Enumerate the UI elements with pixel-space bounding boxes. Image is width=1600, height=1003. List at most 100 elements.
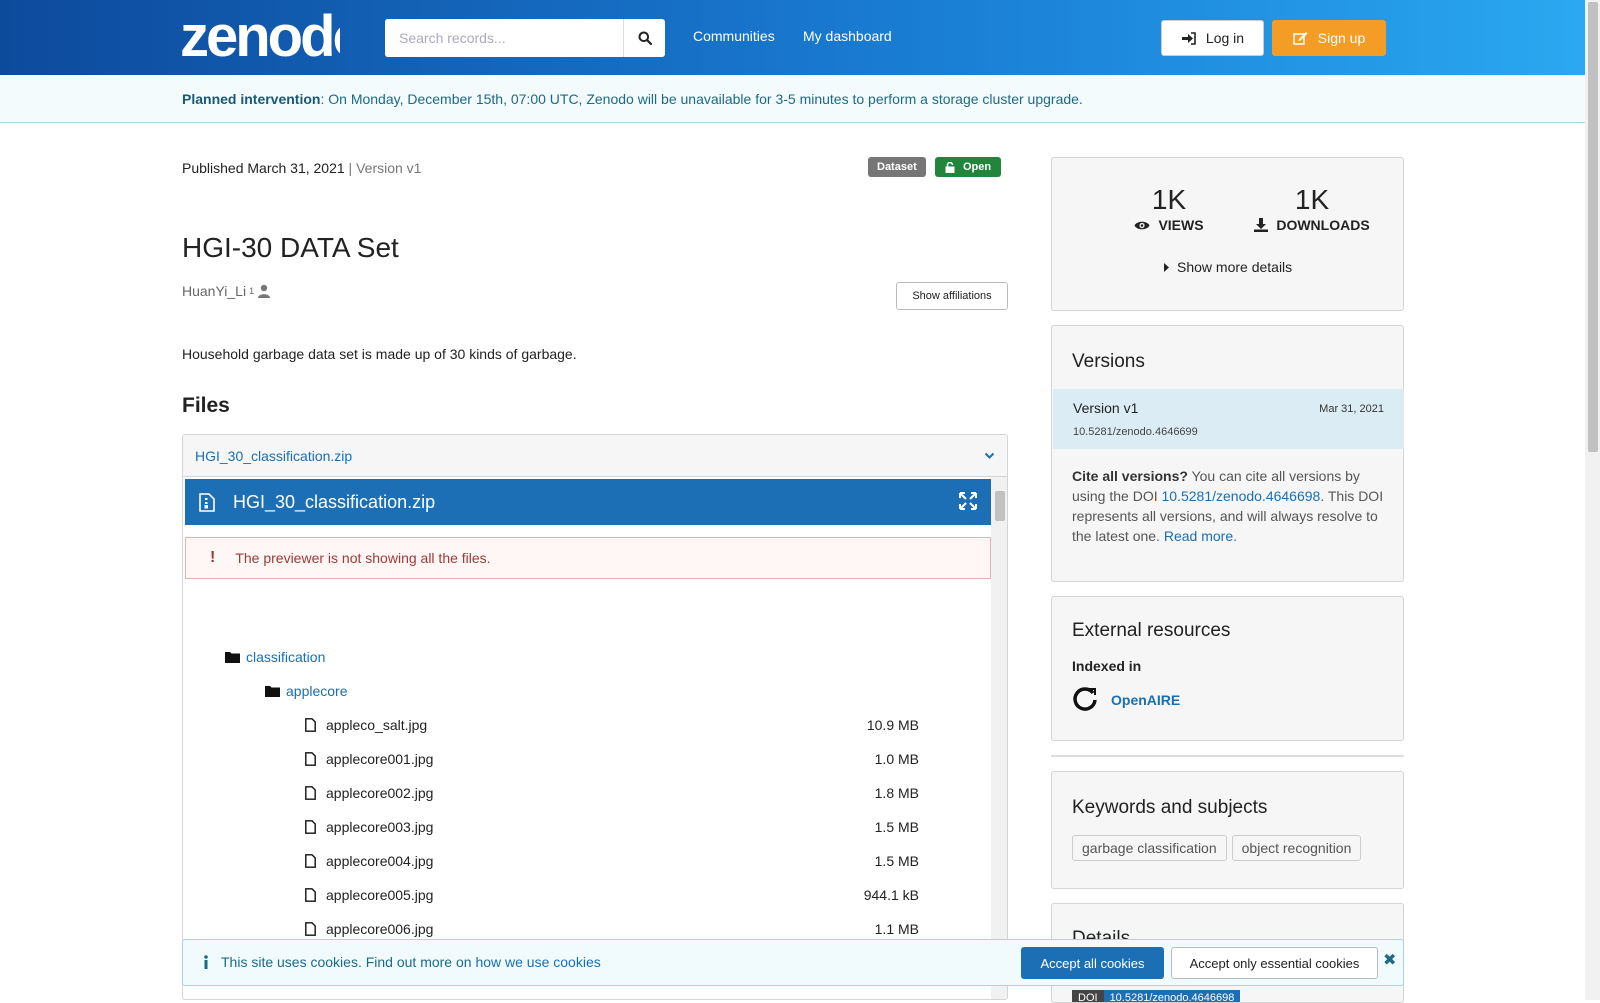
zip-file-icon bbox=[199, 492, 215, 512]
info-icon bbox=[204, 955, 208, 969]
resource-type-badge: Dataset bbox=[868, 157, 926, 177]
file-size: 10.9 MB bbox=[866, 717, 919, 733]
file-previewer: HGI_30_classification.zip ! The previewe… bbox=[183, 477, 991, 999]
nav-my-dashboard[interactable]: My dashboard bbox=[803, 28, 892, 44]
divider bbox=[1051, 755, 1404, 757]
views-count: 1K bbox=[1151, 184, 1187, 215]
page-scrollbar[interactable] bbox=[1585, 0, 1600, 1000]
user-icon bbox=[258, 284, 271, 298]
author-affiliation-number: 1 bbox=[249, 286, 255, 296]
previewer-scroll-thumb[interactable] bbox=[995, 491, 1005, 521]
file-row: applecore002.jpg 1.8 MB bbox=[305, 783, 955, 803]
record-version: | Version v1 bbox=[344, 160, 422, 176]
folder-row: applecore bbox=[265, 681, 348, 701]
keywords-heading: Keywords and subjects bbox=[1072, 797, 1268, 818]
versions-card: Versions Version v1 Mar 31, 2021 10.5281… bbox=[1051, 325, 1404, 582]
keywords-card: Keywords and subjects garbage classifica… bbox=[1051, 771, 1404, 889]
show-affiliations-button[interactable]: Show affiliations bbox=[896, 282, 1008, 310]
chevron-down-icon[interactable] bbox=[984, 452, 995, 460]
site-header: zenodo Communities My dashboard Log in S… bbox=[0, 0, 1585, 75]
version-date: Mar 31, 2021 bbox=[1319, 403, 1384, 415]
accept-essential-cookies-button[interactable]: Accept only essential cookies bbox=[1171, 947, 1378, 979]
show-more-label[interactable]: Show more details bbox=[1177, 259, 1292, 275]
file-size: 1.5 MB bbox=[874, 853, 919, 869]
close-icon[interactable]: ✖ bbox=[1383, 950, 1396, 970]
page-scroll-thumb[interactable] bbox=[1588, 2, 1598, 452]
cookie-banner: This site uses cookies. Find out more on… bbox=[182, 939, 1404, 986]
folder-icon bbox=[225, 652, 240, 663]
file-name: appleco_salt.jpg bbox=[326, 717, 428, 733]
record-description: Household garbage data set is made up of… bbox=[182, 346, 577, 362]
edit-icon bbox=[1293, 32, 1308, 45]
warning-text: The previewer is not showing all the fil… bbox=[235, 550, 491, 566]
accordion-file-name[interactable]: HGI_30_classification.zip bbox=[195, 448, 352, 464]
folder-icon bbox=[265, 686, 280, 697]
access-label: Open bbox=[963, 161, 992, 173]
file-name: applecore001.jpg bbox=[326, 751, 434, 767]
read-more-link[interactable]: Read more. bbox=[1164, 528, 1237, 544]
openaire-link[interactable]: OpenAIRE bbox=[1111, 692, 1180, 708]
signup-button[interactable]: Sign up bbox=[1272, 20, 1386, 56]
file-icon bbox=[305, 752, 316, 766]
file-row: applecore003.jpg 1.5 MB bbox=[305, 817, 955, 837]
accept-all-cookies-button[interactable]: Accept all cookies bbox=[1021, 947, 1164, 979]
author-name[interactable]: HuanYi_Li bbox=[182, 283, 246, 299]
search-button[interactable] bbox=[623, 19, 665, 57]
login-label: Log in bbox=[1205, 30, 1245, 46]
file-row: applecore001.jpg 1.0 MB bbox=[305, 749, 955, 769]
file-row: applecore005.jpg 944.1 kB bbox=[305, 885, 955, 905]
views-label: VIEWS bbox=[1158, 217, 1204, 233]
show-more-details[interactable]: Show more details bbox=[1164, 259, 1292, 275]
folder-name[interactable]: classification bbox=[246, 649, 325, 665]
fullscreen-icon[interactable] bbox=[959, 492, 977, 510]
stats-card: 1K VIEWS 1K DOWNLOADS Show more details bbox=[1051, 157, 1404, 311]
previewer-file-name: HGI_30_classification.zip bbox=[233, 491, 436, 512]
doi-badge[interactable]: DOI 10.5281/zenodo.4646698 bbox=[1072, 990, 1241, 1002]
file-size: 944.1 kB bbox=[863, 887, 919, 903]
cookie-policy-link[interactable]: how we use cookies bbox=[475, 954, 600, 970]
access-badge: Open bbox=[935, 157, 1002, 177]
cite-bold: Cite all versions? bbox=[1072, 468, 1188, 484]
previewer-scrollbar[interactable] bbox=[991, 477, 1007, 999]
indexed-in-label: Indexed in bbox=[1072, 658, 1142, 674]
files-heading: Files bbox=[182, 394, 230, 417]
file-icon bbox=[305, 922, 316, 936]
search-icon bbox=[638, 31, 652, 45]
keyword-tag[interactable]: object recognition bbox=[1231, 835, 1362, 861]
search-bar bbox=[385, 19, 665, 57]
concept-doi-link[interactable]: 10.5281/zenodo.4646698 bbox=[1162, 488, 1321, 504]
previewer-title-bar: HGI_30_classification.zip bbox=[185, 479, 991, 525]
downloads-stat: 1K DOWNLOADS bbox=[1242, 184, 1382, 233]
keyword-tag[interactable]: garbage classification bbox=[1072, 835, 1227, 861]
file-accordion-header[interactable]: HGI_30_classification.zip bbox=[183, 435, 1007, 477]
external-resources-card: External resources Indexed in OpenAIRE bbox=[1051, 596, 1404, 741]
doi-value[interactable]: 10.5281/zenodo.4646698 bbox=[1103, 990, 1241, 1002]
folder-row: classification bbox=[225, 647, 325, 667]
file-size: 1.0 MB bbox=[874, 751, 919, 767]
eye-icon bbox=[1134, 221, 1150, 229]
files-panel: HGI_30_classification.zip HGI_30_classif… bbox=[182, 434, 1008, 1000]
maintenance-banner: Planned intervention: On Monday, Decembe… bbox=[0, 75, 1585, 123]
version-item[interactable]: Version v1 Mar 31, 2021 10.5281/zenodo.4… bbox=[1053, 389, 1404, 449]
caret-right-icon bbox=[1164, 262, 1169, 272]
doi-label: DOI bbox=[1072, 990, 1104, 1002]
file-name: applecore002.jpg bbox=[326, 785, 434, 801]
folder-name[interactable]: applecore bbox=[286, 683, 348, 699]
file-icon bbox=[305, 786, 316, 800]
published-date: Published March 31, 2021 bbox=[182, 160, 345, 176]
zenodo-logo[interactable]: zenodo bbox=[180, 6, 340, 64]
file-size: 1.5 MB bbox=[874, 819, 919, 835]
version-label[interactable]: Version v1 bbox=[1073, 400, 1138, 416]
creator[interactable]: HuanYi_Li 1 bbox=[182, 283, 271, 299]
file-size: 1.8 MB bbox=[874, 785, 919, 801]
file-name: applecore003.jpg bbox=[326, 819, 434, 835]
nav-communities[interactable]: Communities bbox=[693, 28, 775, 44]
login-button[interactable]: Log in bbox=[1161, 20, 1264, 56]
external-resources-heading: External resources bbox=[1072, 620, 1231, 641]
file-name: applecore006.jpg bbox=[326, 921, 434, 937]
download-icon bbox=[1254, 218, 1269, 232]
search-input[interactable] bbox=[385, 19, 623, 57]
file-row: applecore004.jpg 1.5 MB bbox=[305, 851, 955, 871]
published-info: Published March 31, 2021 | Version v1 bbox=[182, 160, 421, 176]
file-row: applecore006.jpg 1.1 MB bbox=[305, 919, 955, 939]
